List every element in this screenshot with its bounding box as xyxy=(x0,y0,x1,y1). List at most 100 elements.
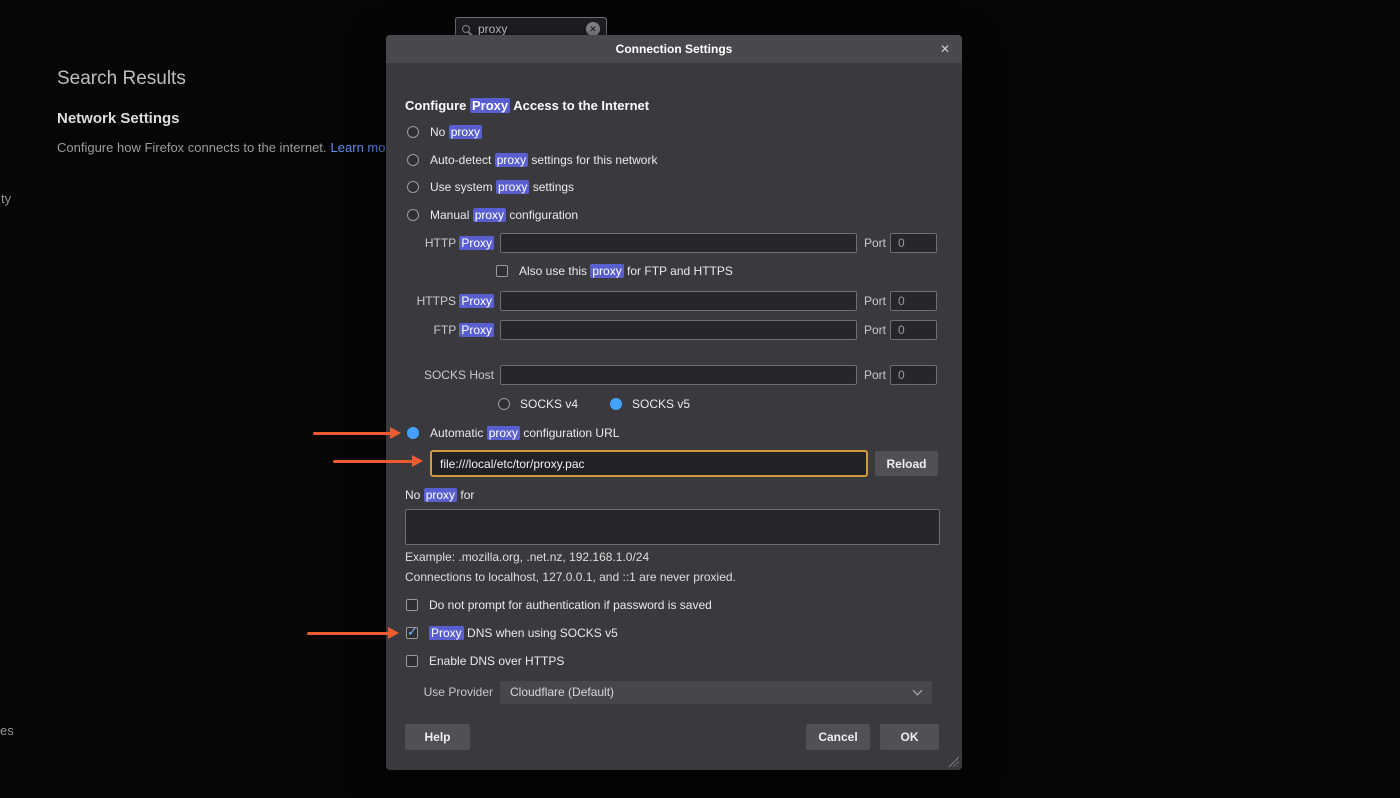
use-provider-row: Use Provider Cloudflare (Default) xyxy=(386,681,962,704)
ftp-proxy-input[interactable] xyxy=(500,320,857,340)
cancel-button[interactable]: Cancel xyxy=(806,724,870,750)
check-icon: ✓ xyxy=(407,624,418,640)
connection-settings-dialog: Connection Settings ✕ Configure Proxy Ac… xyxy=(386,35,962,770)
http-port-input[interactable] xyxy=(890,233,937,253)
radio-icon[interactable] xyxy=(407,181,419,193)
learn-more-link[interactable]: Learn mor xyxy=(331,140,390,155)
checkbox-icon-checked[interactable]: ✓ xyxy=(406,627,418,639)
option-label: Do not prompt for authentication if pass… xyxy=(429,598,712,612)
checkbox-icon[interactable] xyxy=(496,265,508,277)
ftp-proxy-label: FTP Proxy xyxy=(386,319,494,341)
checkbox-icon[interactable] xyxy=(406,655,418,667)
dialog-title: Connection Settings xyxy=(386,35,962,63)
arrow-line xyxy=(307,632,390,635)
arrow-line xyxy=(333,460,414,463)
option-label: Proxy DNS when using SOCKS v5 xyxy=(429,626,618,640)
label-pre: Also use this xyxy=(519,264,590,278)
option-label: Also use this proxy for FTP and HTTPS xyxy=(519,264,733,278)
arrow-head-icon xyxy=(390,427,401,439)
proxy-dns-checkbox-row[interactable]: ✓ Proxy DNS when using SOCKS v5 xyxy=(406,623,618,643)
auth-prompt-checkbox-row[interactable]: Do not prompt for authentication if pass… xyxy=(406,595,712,615)
radio-icon[interactable] xyxy=(407,427,419,439)
label-highlight: proxy xyxy=(590,264,623,278)
chevron-down-icon xyxy=(913,686,923,696)
ftp-proxy-row: FTP Proxy Port xyxy=(386,319,962,341)
radio-icon[interactable] xyxy=(407,126,419,138)
label-highlight: Proxy xyxy=(459,323,494,337)
heading-highlight: Proxy xyxy=(470,98,510,113)
radio-option-system-proxy[interactable]: Use system proxy settings xyxy=(407,177,574,197)
option-label: Use system proxy settings xyxy=(430,180,574,194)
dialog-heading: Configure Proxy Access to the Internet xyxy=(405,98,649,113)
label-post: for FTP and HTTPS xyxy=(624,264,733,278)
network-settings-description: Configure how Firefox connects to the in… xyxy=(57,140,390,155)
label-pre: HTTPS xyxy=(417,294,460,308)
ok-button[interactable]: OK xyxy=(880,724,939,750)
arrow-head-icon xyxy=(388,627,399,639)
arrow-head-icon xyxy=(412,455,423,467)
https-proxy-input[interactable] xyxy=(500,291,857,311)
close-icon[interactable]: ✕ xyxy=(934,35,956,63)
screen: ✕ Search Results Network Settings Config… xyxy=(0,0,1400,798)
radio-icon[interactable] xyxy=(407,154,419,166)
sidebar-label-fragment-top: ty xyxy=(1,191,11,206)
heading-post: Access to the Internet xyxy=(510,98,649,113)
label-pre: HTTP xyxy=(425,236,459,250)
annotation-arrow-auto-url xyxy=(313,427,401,440)
socks-v4-label: SOCKS v4 xyxy=(520,397,578,411)
port-label: Port xyxy=(864,319,886,341)
auto-config-url-input[interactable] xyxy=(430,450,868,477)
label-post: configuration URL xyxy=(520,426,619,440)
label-highlight: proxy xyxy=(496,180,529,194)
socks-v5-radio[interactable] xyxy=(610,398,622,410)
socks-host-row: SOCKS Host Port xyxy=(386,364,962,386)
ftp-port-input[interactable] xyxy=(890,320,937,340)
label-highlight: proxy xyxy=(487,426,520,440)
never-proxied-text: Connections to localhost, 127.0.0.1, and… xyxy=(405,570,736,584)
label-pre: Use system xyxy=(430,180,496,194)
search-results-title: Search Results xyxy=(57,68,186,90)
label-highlight: Proxy xyxy=(459,294,494,308)
reload-button[interactable]: Reload xyxy=(875,451,938,476)
label-pre: No xyxy=(430,125,449,139)
description-text: Configure how Firefox connects to the in… xyxy=(57,140,327,155)
option-label: Enable DNS over HTTPS xyxy=(429,654,564,668)
http-proxy-row: HTTP Proxy Port xyxy=(386,232,962,254)
option-label: Automatic proxy configuration URL xyxy=(430,426,619,440)
label-pre: Manual xyxy=(430,208,473,222)
provider-select[interactable]: Cloudflare (Default) xyxy=(500,681,932,704)
label-pre: FTP xyxy=(434,323,460,337)
label-pre: Enable DNS over HTTPS xyxy=(429,654,564,668)
clear-search-icon[interactable]: ✕ xyxy=(586,22,600,36)
socks-host-input[interactable] xyxy=(500,365,857,385)
also-use-proxy-checkbox-row[interactable]: Also use this proxy for FTP and HTTPS xyxy=(496,261,733,281)
port-label: Port xyxy=(864,232,886,254)
radio-icon[interactable] xyxy=(407,209,419,221)
label-pre: No xyxy=(405,488,424,502)
no-proxy-for-textarea[interactable] xyxy=(405,509,940,545)
label-highlight: proxy xyxy=(495,153,528,167)
radio-option-auto-config-url[interactable]: Automatic proxy configuration URL xyxy=(407,423,619,443)
https-proxy-row: HTTPS Proxy Port xyxy=(386,290,962,312)
socks-v4-radio[interactable] xyxy=(498,398,510,410)
port-label: Port xyxy=(864,290,886,312)
checkbox-icon[interactable] xyxy=(406,599,418,611)
radio-option-no-proxy[interactable]: No proxy xyxy=(407,122,482,142)
dialog-titlebar: Connection Settings ✕ xyxy=(386,35,962,63)
no-proxy-for-label: No proxy for xyxy=(405,488,474,502)
sidebar-label-fragment-bottom: es xyxy=(0,723,14,738)
socks-port-input[interactable] xyxy=(890,365,937,385)
resize-grip[interactable] xyxy=(948,756,959,767)
dns-over-https-checkbox-row[interactable]: Enable DNS over HTTPS xyxy=(406,651,564,671)
http-proxy-input[interactable] xyxy=(500,233,857,253)
annotation-arrow-url-field xyxy=(333,455,423,468)
https-port-input[interactable] xyxy=(890,291,937,311)
https-proxy-label: HTTPS Proxy xyxy=(386,290,494,312)
help-button[interactable]: Help xyxy=(405,724,470,750)
search-icon xyxy=(462,25,470,33)
label-highlight: Proxy xyxy=(429,626,464,640)
annotation-arrow-proxy-dns xyxy=(307,627,399,640)
radio-option-auto-detect[interactable]: Auto-detect proxy settings for this netw… xyxy=(407,150,657,170)
label-highlight: proxy xyxy=(473,208,506,222)
radio-option-manual-proxy[interactable]: Manual proxy configuration xyxy=(407,205,578,225)
